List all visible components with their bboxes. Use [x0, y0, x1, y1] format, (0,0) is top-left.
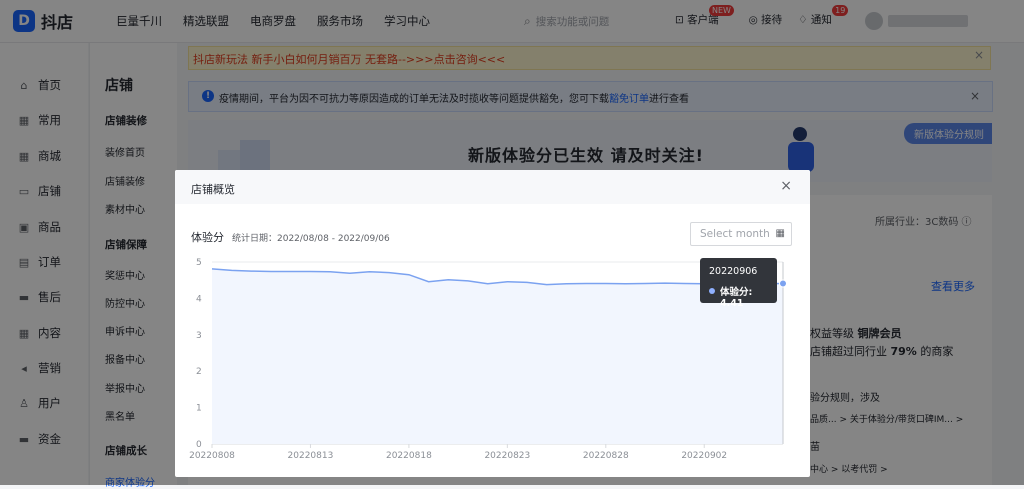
x-tick-label: 20220813	[288, 451, 334, 461]
series-area	[212, 268, 783, 444]
chart-title: 体验分	[191, 231, 224, 244]
x-tick-label: 20220828	[583, 451, 629, 461]
series-dot	[709, 288, 715, 294]
x-tick-label: 20220808	[189, 451, 235, 461]
x-tick-label: 20220818	[386, 451, 432, 461]
month-picker[interactable]: Select month ▦	[690, 222, 792, 246]
close-icon[interactable]: ×	[780, 178, 792, 194]
chart-tooltip: 20220906 体验分: 4.41	[700, 258, 777, 309]
store-overview-modal: 店铺概览 × 体验分 统计日期：2022/08/08 - 2022/09/06 …	[175, 170, 810, 477]
date-range: 统计日期：2022/08/08 - 2022/09/06	[232, 234, 390, 244]
x-tick-label: 20220823	[484, 451, 530, 461]
tooltip-value: 体验分: 4.41	[720, 287, 753, 309]
y-tick-label: 0	[196, 440, 202, 450]
modal-title: 店铺概览	[191, 183, 235, 196]
x-tick-label: 20220902	[681, 451, 727, 461]
modal-header: 店铺概览 ×	[175, 170, 810, 204]
tooltip-date: 20220906	[709, 266, 758, 277]
highlight-point	[779, 279, 787, 288]
calendar-icon: ▦	[775, 228, 785, 239]
y-tick-label: 5	[196, 258, 202, 268]
y-tick-label: 4	[196, 294, 202, 304]
month-placeholder: Select month	[700, 228, 770, 240]
y-tick-label: 1	[196, 404, 202, 414]
y-tick-label: 2	[196, 367, 202, 377]
y-tick-label: 3	[196, 331, 202, 341]
